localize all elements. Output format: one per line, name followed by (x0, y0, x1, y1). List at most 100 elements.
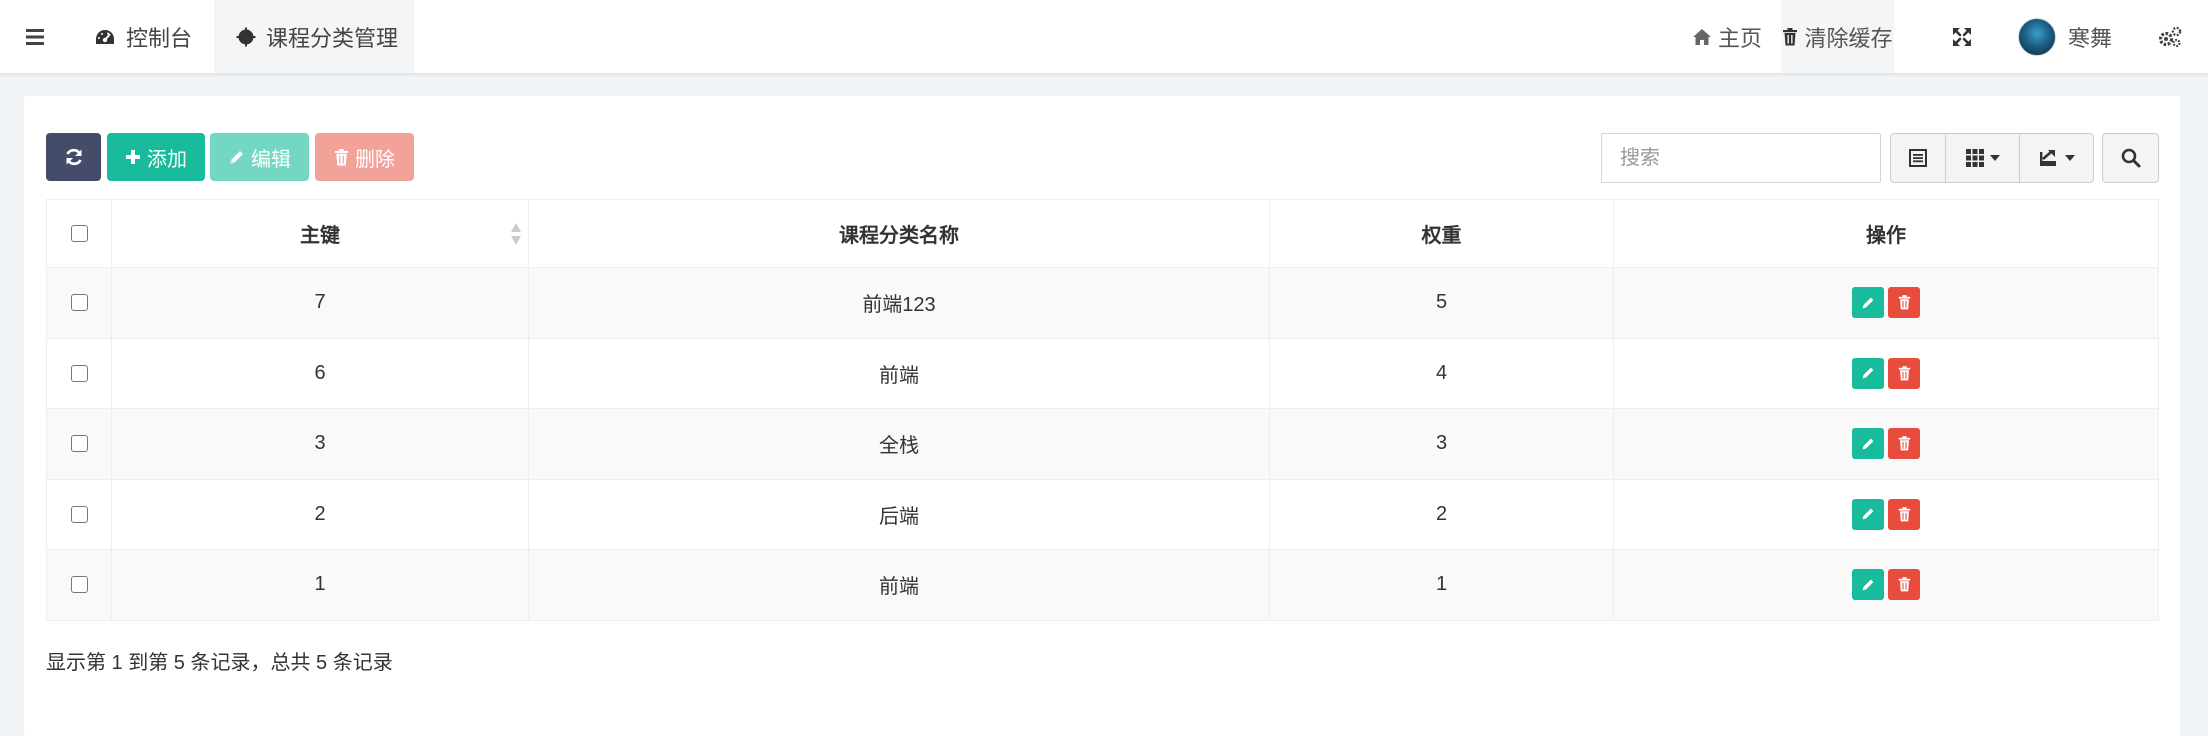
row-delete-button[interactable] (1888, 357, 1920, 389)
table-row[interactable]: 7 前端123 5 (46, 267, 2159, 339)
cell-name: 前端 (528, 337, 1270, 409)
search-input[interactable] (1601, 133, 1881, 183)
row-delete-button[interactable] (1888, 287, 1920, 319)
cell-operations (1613, 478, 2159, 550)
row-edit-button[interactable] (1852, 287, 1884, 319)
pencil-icon (1862, 297, 1874, 309)
row-edit-button[interactable] (1852, 357, 1884, 389)
row-delete-button[interactable] (1888, 498, 1920, 530)
cell-operations (1613, 337, 2159, 409)
delete-button-label: 删除 (355, 148, 395, 171)
cell-id: 7 (111, 267, 529, 339)
row-edit-button[interactable] (1852, 428, 1884, 460)
tab-dashboard[interactable]: 控制台 (72, 0, 208, 73)
cell-operations (1613, 408, 2159, 480)
export-button[interactable] (2020, 134, 2093, 182)
search-button[interactable] (2102, 133, 2159, 183)
add-button[interactable]: 添加 (107, 133, 205, 181)
column-header-operation-label: 操作 (1866, 225, 1906, 247)
cell-name: 前端123 (528, 267, 1270, 339)
cell-operations (1613, 267, 2159, 339)
trash-icon (1783, 27, 1798, 45)
table-header-row: 主键 课程分类名称 权重 操作 (46, 199, 2159, 268)
table-row[interactable]: 6 前端 4 (46, 337, 2159, 409)
select-all-cell (46, 199, 112, 268)
trash-icon (334, 148, 349, 165)
row-select-cell (46, 549, 112, 621)
refresh-button[interactable] (46, 133, 101, 181)
table-row[interactable]: 3 全栈 3 (46, 408, 2159, 480)
row-select-cell (46, 408, 112, 480)
home-icon (1693, 28, 1711, 45)
delete-button[interactable]: 删除 (315, 133, 414, 181)
sidebar-toggle-button[interactable] (0, 0, 70, 73)
pencil-icon (230, 150, 243, 164)
settings-button[interactable] (2158, 0, 2182, 73)
refresh-icon (65, 148, 82, 166)
toggle-view-button[interactable] (1891, 134, 1946, 182)
column-header-weight: 权重 (1269, 199, 1614, 268)
pagination-info: 显示第 1 到第 5 条记录，总共 5 条记录 (46, 652, 393, 674)
tab-dashboard-label: 控制台 (126, 25, 193, 51)
cell-weight: 1 (1269, 549, 1614, 621)
sort-icon (511, 223, 521, 245)
row-select-cell (46, 337, 112, 409)
pencil-icon (1862, 367, 1874, 379)
content-panel: 添加 编辑 删除 搜索 主键 课程分类名称 权重 操作 7 前端123 5 6 … (24, 96, 2180, 736)
expand-icon (1953, 27, 1971, 46)
top-navbar: 控制台 课程分类管理 主页 清除缓存 寒舞 (0, 0, 2208, 74)
row-delete-button[interactable] (1888, 428, 1920, 460)
hamburger-icon (26, 28, 44, 45)
cell-weight: 5 (1269, 267, 1614, 339)
column-header-name-label: 课程分类名称 (839, 225, 959, 247)
trash-icon (1898, 577, 1910, 592)
cell-id: 6 (111, 337, 529, 409)
row-edit-button[interactable] (1852, 498, 1884, 530)
column-header-id[interactable]: 主键 (111, 199, 529, 268)
cell-id: 1 (111, 549, 529, 621)
cell-name: 后端 (528, 478, 1270, 550)
column-header-name: 课程分类名称 (528, 199, 1270, 268)
user-menu[interactable]: 寒舞 (2018, 0, 2112, 73)
row-checkbox[interactable] (70, 576, 88, 594)
row-checkbox[interactable] (70, 294, 88, 312)
row-select-cell (46, 267, 112, 339)
row-checkbox[interactable] (70, 505, 88, 523)
row-delete-button[interactable] (1888, 569, 1920, 601)
trash-icon (1898, 506, 1910, 522)
list-icon (1909, 149, 1927, 167)
cell-name: 前端 (528, 549, 1270, 621)
tab-course-category-label: 课程分类管理 (266, 25, 399, 51)
tab-course-category[interactable]: 课程分类管理 (214, 0, 414, 73)
row-edit-button[interactable] (1852, 569, 1884, 601)
table-row[interactable]: 2 后端 2 (46, 478, 2159, 550)
columns-toggle-button[interactable] (1946, 134, 2020, 182)
cell-operations (1613, 549, 2159, 621)
dashboard-icon (96, 29, 114, 44)
column-header-weight-label: 权重 (1421, 225, 1462, 247)
data-table: 主键 课程分类名称 权重 操作 7 前端123 5 6 前端 4 3 全栈 3 … (46, 199, 2159, 621)
cell-id: 3 (111, 408, 529, 480)
column-header-id-label: 主键 (300, 225, 340, 247)
avatar (2018, 17, 2056, 56)
pencil-icon (1862, 438, 1874, 450)
home-link[interactable]: 主页 (1692, 0, 1762, 73)
cell-weight: 2 (1269, 478, 1614, 550)
edit-button[interactable]: 编辑 (210, 133, 309, 181)
cell-name: 全栈 (528, 408, 1270, 480)
column-header-operation: 操作 (1613, 199, 2159, 268)
clear-cache-button[interactable]: 清除缓存 (1781, 0, 1894, 73)
row-checkbox[interactable] (70, 435, 88, 453)
caret-down-icon (2064, 155, 2075, 161)
grid-icon (1965, 149, 1984, 167)
username: 寒舞 (2068, 25, 2113, 51)
trash-icon (1898, 436, 1910, 451)
table-row[interactable]: 1 前端 1 (46, 549, 2159, 621)
row-checkbox[interactable] (70, 364, 88, 382)
select-all-checkbox[interactable] (70, 225, 88, 243)
circle-icon (236, 27, 256, 46)
fullscreen-button[interactable] (1952, 0, 1972, 73)
caret-down-icon (1989, 155, 2000, 161)
cell-weight: 3 (1269, 408, 1614, 480)
cell-id: 2 (111, 478, 529, 550)
